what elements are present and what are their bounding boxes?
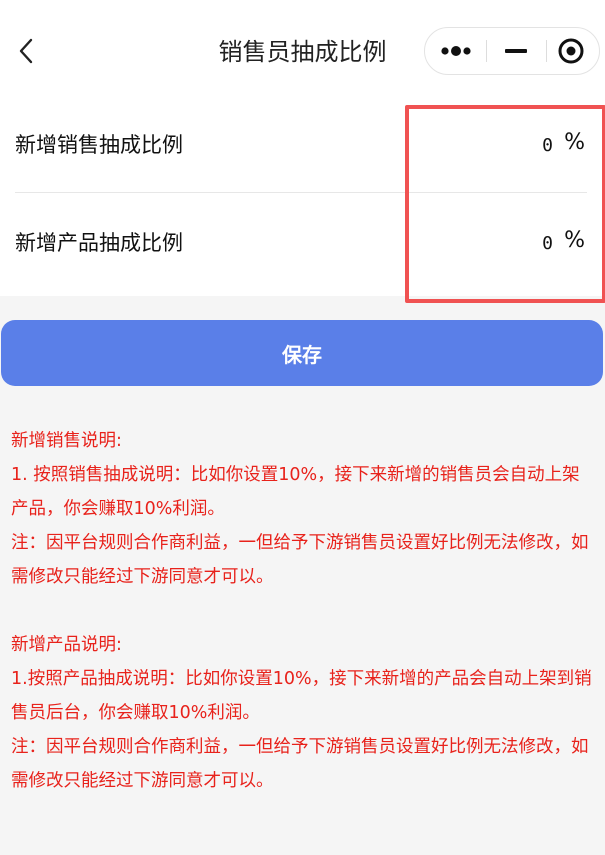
sales-commission-label: 新增销售抽成比例	[15, 133, 183, 157]
sales-note: 新增销售说明: 1. 按照销售抽成说明：比如你设置10%，接下来新增的销售员会自…	[11, 424, 596, 594]
mini-program-capsule	[424, 27, 600, 75]
percent-unit: %	[564, 130, 585, 155]
minimize-button[interactable]	[487, 28, 545, 74]
more-dots-icon	[441, 46, 471, 56]
product-note-line: 注：因平台规则合作商利益，一但给予下游销售员设置好比例无法修改，如需修改只能经过…	[11, 737, 589, 791]
note-spacer	[11, 594, 596, 628]
navigation-bar: 销售员抽成比例	[0, 0, 605, 90]
product-commission-label: 新增产品抽成比例	[15, 231, 183, 255]
close-button[interactable]	[547, 28, 599, 74]
percent-unit: %	[564, 228, 585, 253]
product-note-title: 新增产品说明:	[11, 635, 122, 655]
sales-note-line: 注：因平台规则合作商利益，一但给予下游销售员设置好比例无法修改，如需修改只能经过…	[11, 533, 589, 587]
minimize-icon	[505, 49, 527, 53]
sales-commission-row: 新增销售抽成比例 %	[15, 96, 587, 192]
notes-section: 新增销售说明: 1. 按照销售抽成说明：比如你设置10%，接下来新增的销售员会自…	[11, 424, 596, 798]
product-note: 新增产品说明: 1.按照产品抽成说明：比如你设置10%，接下来新增的产品会自动上…	[11, 628, 596, 798]
product-commission-input[interactable]	[413, 228, 553, 258]
row-divider	[15, 192, 587, 193]
save-button[interactable]: 保存	[1, 320, 603, 386]
sales-note-title: 新增销售说明:	[11, 431, 122, 451]
more-button[interactable]	[425, 28, 485, 74]
close-target-icon	[558, 38, 584, 64]
sales-commission-input[interactable]	[413, 130, 553, 160]
product-commission-row: 新增产品抽成比例 %	[15, 194, 587, 290]
product-note-line: 1.按照产品抽成说明：比如你设置10%，接下来新增的产品会自动上架到销售员后台，…	[11, 669, 592, 723]
commission-form: 新增销售抽成比例 % 新增产品抽成比例 %	[0, 90, 605, 296]
sales-note-line: 1. 按照销售抽成说明：比如你设置10%，接下来新增的销售员会自动上架产品，你会…	[11, 465, 580, 519]
